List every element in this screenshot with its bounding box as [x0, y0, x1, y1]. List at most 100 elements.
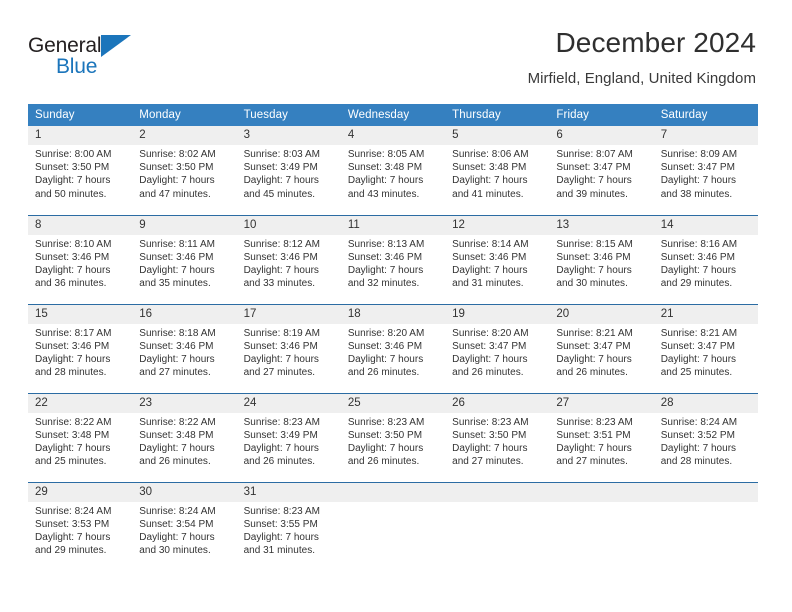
sunset-text: Sunset: 3:47 PM	[660, 162, 735, 174]
day-cell-inner[interactable]: 2 Sunrise: 8:02 AM Sunset: 3:50 PM Daylight…	[132, 126, 237, 215]
sunrise-text: Sunrise: 8:20 AM	[347, 327, 425, 339]
daylight-text-line1: Daylight: 7 hours	[243, 264, 319, 276]
day-cell: 4 Sunrise: 8:05 AM Sunset: 3:48 PM Daylight…	[340, 126, 446, 216]
day-cell: 19 Sunrise: 8:20 AM Sunset: 3:47 PM Dayligh…	[445, 304, 550, 394]
sunrise-text: Sunrise: 8:24 AM	[139, 505, 216, 517]
daylight-text-line1: Daylight: 7 hours	[243, 175, 319, 187]
daylight-text-line1: Daylight: 7 hours	[452, 353, 528, 365]
day-info: Sunrise: 8:03 AM Sunset: 3:49 PM Daylight:…	[237, 145, 341, 201]
daylight-text-line2: and 35 minutes.	[139, 278, 211, 290]
sunrise-text: Sunrise: 8:19 AM	[243, 327, 321, 339]
day-number: 3	[236, 126, 341, 145]
sunrise-text: Sunrise: 8:09 AM	[660, 149, 738, 160]
day-number: 30	[132, 482, 237, 502]
day-cell: 10 Sunrise: 8:12 AM Sunset: 3:46 PM Dayligh…	[236, 215, 341, 305]
daylight-text-line1: Daylight: 7 hours	[660, 264, 737, 276]
day-info: Sunrise: 8:02 AM Sunset: 3:50 PM Daylight:…	[132, 145, 236, 201]
daylight-text-line2: and 26 minutes.	[556, 367, 628, 379]
day-cell-inner[interactable]: 22 Sunrise: 8:22 AM Sunset: 3:48 PM Dayligh…	[28, 393, 133, 482]
calendar-body: 1 Sunrise: 8:00 AM Sunset: 3:50 PM Daylight…	[28, 126, 758, 571]
day-cell-inner[interactable]: 9 Sunrise: 8:11 AM Sunset: 3:46 PM Daylight…	[132, 215, 237, 304]
daylight-text-line1: Daylight: 7 hours	[347, 442, 424, 454]
day-number: 15	[28, 304, 133, 324]
sunset-text: Sunset: 3:49 PM	[243, 429, 318, 441]
day-number: 22	[28, 393, 133, 413]
day-info: Sunrise: 8:15 AM Sunset: 3:46 PM Daylight:…	[549, 235, 653, 291]
day-cell-inner[interactable]: 16 Sunrise: 8:18 AM Sunset: 3:46 PM Dayligh…	[132, 304, 237, 393]
daylight-text-line2: and 26 minutes.	[139, 456, 211, 468]
day-number: 8	[28, 215, 133, 235]
calendar-week-row: 15 Sunrise: 8:17 AM Sunset: 3:46 PM Dayligh…	[28, 304, 758, 394]
weekday-header-saturday: Saturday	[653, 104, 758, 126]
day-cell-inner[interactable]: 15 Sunrise: 8:17 AM Sunset: 3:46 PM Dayligh…	[28, 304, 133, 393]
day-cell-inner[interactable]: 19 Sunrise: 8:20 AM Sunset: 3:47 PM Dayligh…	[445, 304, 550, 393]
daylight-text-line2: and 28 minutes.	[35, 367, 107, 379]
day-cell-inner[interactable]: 18 Sunrise: 8:20 AM Sunset: 3:46 PM Dayligh…	[340, 304, 446, 393]
day-cell-inner[interactable]: 20 Sunrise: 8:21 AM Sunset: 3:47 PM Dayligh…	[549, 304, 654, 393]
daylight-text-line2: and 31 minutes.	[452, 278, 524, 290]
daylight-text-line1: Daylight: 7 hours	[660, 353, 737, 365]
day-number: 1	[28, 126, 133, 145]
sunset-text: Sunset: 3:46 PM	[243, 251, 318, 263]
day-cell: 24 Sunrise: 8:23 AM Sunset: 3:49 PM Dayligh…	[236, 393, 341, 483]
daylight-text-line2: and 41 minutes.	[452, 188, 524, 200]
sunset-text: Sunset: 3:46 PM	[35, 340, 110, 352]
day-cell-inner[interactable]: 24 Sunrise: 8:23 AM Sunset: 3:49 PM Dayligh…	[236, 393, 341, 482]
day-cell: 21 Sunrise: 8:21 AM Sunset: 3:47 PM Dayligh…	[653, 304, 758, 394]
day-cell-inner[interactable]: 28 Sunrise: 8:24 AM Sunset: 3:52 PM Dayligh…	[653, 393, 758, 482]
day-cell: 12 Sunrise: 8:14 AM Sunset: 3:46 PM Dayligh…	[445, 215, 550, 305]
day-cell-inner[interactable]: 31 Sunrise: 8:23 AM Sunset: 3:55 PM Dayligh…	[236, 482, 341, 571]
day-cell-inner[interactable]: 14 Sunrise: 8:16 AM Sunset: 3:46 PM Dayligh…	[653, 215, 758, 304]
day-info: Sunrise: 8:12 AM Sunset: 3:46 PM Daylight:…	[237, 235, 341, 291]
sunset-text: Sunset: 3:48 PM	[347, 162, 423, 174]
day-info: Sunrise: 8:16 AM Sunset: 3:46 PM Daylight:…	[654, 235, 758, 291]
daylight-text-line1: Daylight: 7 hours	[139, 264, 215, 276]
day-cell-inner[interactable]: 11 Sunrise: 8:13 AM Sunset: 3:46 PM Dayligh…	[340, 215, 446, 304]
day-info: Sunrise: 8:22 AM Sunset: 3:48 PM Daylight:…	[28, 413, 132, 469]
day-cell-inner[interactable]: 29 Sunrise: 8:24 AM Sunset: 3:53 PM Dayligh…	[28, 482, 133, 571]
day-cell-inner[interactable]: 4 Sunrise: 8:05 AM Sunset: 3:48 PM Daylight…	[340, 126, 446, 215]
day-info: Sunrise: 8:23 AM Sunset: 3:49 PM Daylight:…	[237, 413, 341, 469]
sunrise-text: Sunrise: 8:14 AM	[452, 238, 529, 250]
day-cell: 20 Sunrise: 8:21 AM Sunset: 3:47 PM Dayligh…	[549, 304, 654, 394]
sunset-text: Sunset: 3:48 PM	[452, 162, 527, 174]
day-cell-inner[interactable]: 12 Sunrise: 8:14 AM Sunset: 3:46 PM Dayligh…	[445, 215, 550, 304]
day-cell-inner[interactable]: 5 Sunrise: 8:06 AM Sunset: 3:48 PM Daylight…	[445, 126, 550, 215]
daylight-text-line1: Daylight: 7 hours	[556, 442, 632, 454]
day-cell-inner[interactable]: 7 Sunrise: 8:09 AM Sunset: 3:47 PM Daylight…	[653, 126, 758, 215]
sunset-text: Sunset: 3:50 PM	[347, 429, 423, 441]
daylight-text-line2: and 27 minutes.	[452, 456, 524, 468]
daylight-text-line2: and 27 minutes.	[243, 367, 316, 379]
daylight-text-line1: Daylight: 7 hours	[452, 264, 528, 276]
day-cell-inner[interactable]: 6 Sunrise: 8:07 AM Sunset: 3:47 PM Daylight…	[549, 126, 654, 215]
day-cell-inner[interactable]: 3 Sunrise: 8:03 AM Sunset: 3:49 PM Daylight…	[236, 126, 341, 215]
sunrise-text: Sunrise: 8:06 AM	[452, 149, 529, 160]
day-cell-empty	[549, 482, 654, 571]
day-cell-empty	[653, 482, 758, 571]
daylight-text-line2: and 27 minutes.	[556, 456, 628, 468]
day-number: 4	[340, 126, 446, 145]
day-cell-inner[interactable]: 25 Sunrise: 8:23 AM Sunset: 3:50 PM Dayligh…	[340, 393, 446, 482]
daylight-text-line2: and 45 minutes.	[243, 188, 316, 200]
day-cell-inner[interactable]: 21 Sunrise: 8:21 AM Sunset: 3:47 PM Dayligh…	[653, 304, 758, 393]
day-cell-inner[interactable]: 30 Sunrise: 8:24 AM Sunset: 3:54 PM Dayligh…	[132, 482, 237, 571]
general-blue-logo[interactable]: General Blue	[28, 34, 148, 84]
day-cell-inner[interactable]: 1 Sunrise: 8:00 AM Sunset: 3:50 PM Daylight…	[28, 126, 133, 215]
day-cell-inner[interactable]: 13 Sunrise: 8:15 AM Sunset: 3:46 PM Dayligh…	[549, 215, 654, 304]
day-cell-inner[interactable]: 17 Sunrise: 8:19 AM Sunset: 3:46 PM Dayligh…	[236, 304, 341, 393]
daylight-text-line1: Daylight: 7 hours	[452, 442, 528, 454]
day-cell-inner[interactable]: 27 Sunrise: 8:23 AM Sunset: 3:51 PM Dayligh…	[549, 393, 654, 482]
daylight-text-line2: and 28 minutes.	[660, 456, 733, 468]
day-number: 21	[653, 304, 758, 324]
day-cell-inner[interactable]: 10 Sunrise: 8:12 AM Sunset: 3:46 PM Dayligh…	[236, 215, 341, 304]
day-cell-inner[interactable]: 23 Sunrise: 8:22 AM Sunset: 3:48 PM Dayligh…	[132, 393, 237, 482]
location-subtitle: Mirfield, England, United Kingdom	[527, 70, 756, 87]
day-cell: 26 Sunrise: 8:23 AM Sunset: 3:50 PM Dayligh…	[445, 393, 550, 483]
sunset-text: Sunset: 3:46 PM	[347, 340, 423, 352]
sunset-text: Sunset: 3:46 PM	[139, 340, 214, 352]
day-number: 13	[549, 215, 654, 235]
day-cell-inner[interactable]: 8 Sunrise: 8:10 AM Sunset: 3:46 PM Daylight…	[28, 215, 133, 304]
daylight-text-line1: Daylight: 7 hours	[35, 175, 111, 187]
sunset-text: Sunset: 3:53 PM	[35, 518, 110, 530]
day-cell-inner[interactable]: 26 Sunrise: 8:23 AM Sunset: 3:50 PM Dayligh…	[445, 393, 550, 482]
